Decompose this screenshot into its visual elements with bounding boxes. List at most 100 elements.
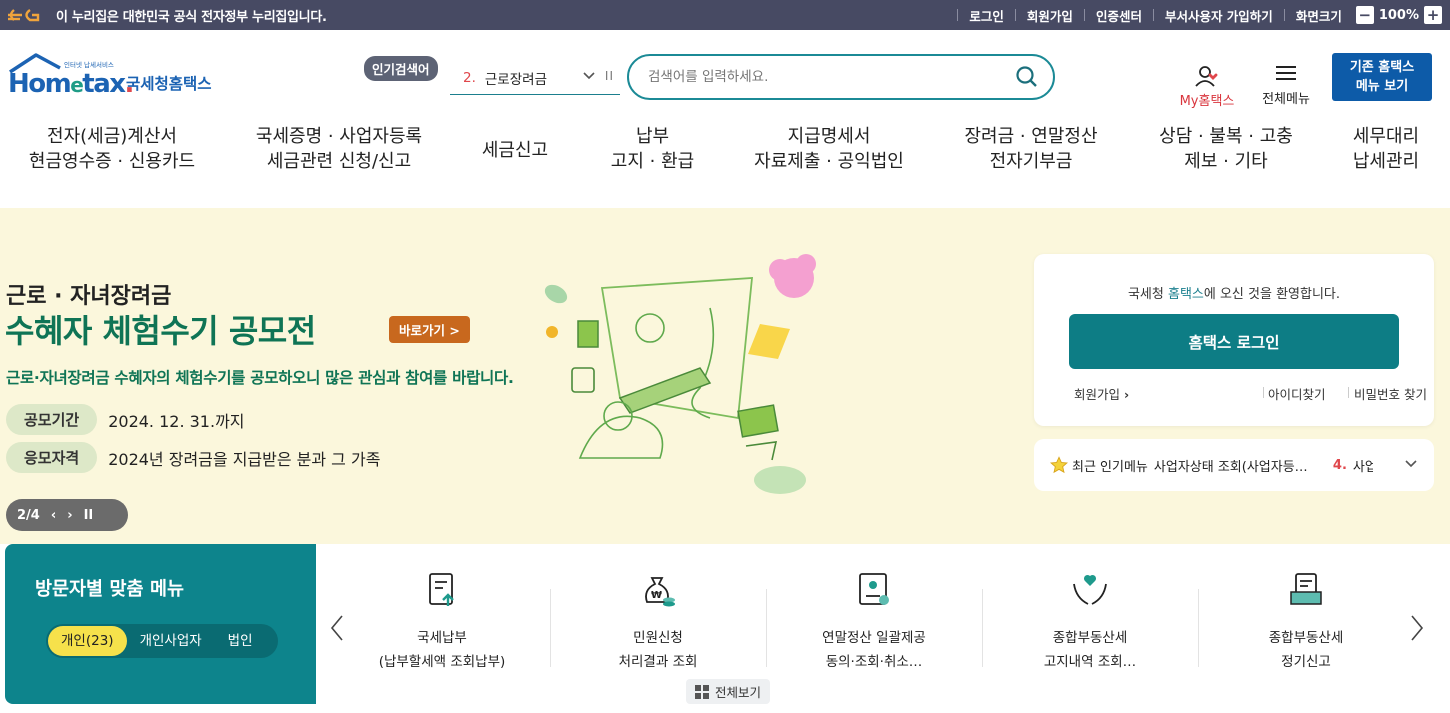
find-id-link[interactable]: 아이디찾기 [1268,384,1326,403]
my-hometax-label: My홈택스 [1179,94,1235,109]
hero-banner: 근로 · 자녀장려금 수혜자 체험수기 공모전 바로가기 > 근로·자녀장려금 … [0,208,1450,544]
view-all-button[interactable]: 전체보기 [686,679,771,704]
dept-user-signup-link[interactable]: 부서사용자 가입하기 [1165,6,1273,25]
hero-info-row: 공모기간 2024. 12. 31.까지 [6,404,245,435]
tab-corporation[interactable]: 법인 [215,626,266,656]
search-icon[interactable] [1015,65,1039,89]
divider [1348,387,1349,398]
tab-individual[interactable]: 개인(23) [48,626,127,656]
gnb-item-payment-statement[interactable]: 지급명세서 자료제출 · 공익법인 [748,124,910,174]
all-menu-label: 전체메뉴 [1262,92,1310,107]
user-heart-icon [1195,66,1218,87]
popular-keyword-rotator[interactable]: 2. 근로장려금 II [450,62,620,95]
main-navigation: 전자(세금)계산서 현금영수증 · 신용카드 국세증명 · 사업자등록세금관련 신… [0,124,1450,184]
divider [1283,9,1285,21]
recent-menu-item[interactable]: 사업 [1353,456,1373,475]
signup-link[interactable]: 회원가입 [1027,6,1073,25]
document-upload-icon [429,573,454,606]
hometax-logo[interactable]: 인터넷 납세서비스 Hometax. 국세청홈택스 [8,52,223,102]
gnb-line: 세금관련 신청/신고 [266,151,412,172]
quick-item-property-tax-report[interactable]: 종합부동산세 정기신고 [1198,570,1414,674]
popular-keywords-label: 인기검색어 [364,56,438,81]
certificate-icon [859,573,889,605]
period-tag: 공모기간 [6,404,98,435]
slide-pager: 2/4 ‹ › II [6,499,128,531]
hero-description: 근로·자녀장려금 수혜자의 체험수기를 공모하오니 많은 관심과 참여를 바랍니… [6,369,514,387]
gnb-line: 납세관리 [1352,151,1420,172]
recent-menu-item[interactable]: 사업자상태 조회(사업자등록상태) [1154,456,1319,475]
divider [957,9,959,21]
quick-item-line: 국세납부 [417,630,467,646]
quick-item-line: 처리결과 조회 [618,654,698,670]
zoom-in-button[interactable]: + [1424,6,1442,24]
divider [1152,9,1154,21]
recent-popular-menu[interactable]: 최근 인기메뉴 사업자상태 조회(사업자등록상태) 4. 사업 [1034,439,1434,491]
gnb-line: 세무대리 [1352,126,1420,147]
chevron-down-icon[interactable] [1404,456,1418,470]
hero-title: 수혜자 체험수기 공모전 [5,312,316,350]
divider [1083,9,1085,21]
join-link[interactable]: 회원가입 › [1074,384,1129,403]
view-all-label: 전체보기 [715,685,762,700]
search-input[interactable] [648,69,998,85]
gnb-line: 장려금 · 연말정산 [964,126,1098,147]
period-value: 2024. 12. 31.까지 [108,411,245,431]
all-menu-button[interactable]: 전체메뉴 [1256,66,1316,107]
gnb-line: 국세증명 · 사업자등록 [255,126,423,147]
hometax-login-button[interactable]: 홈택스 로그인 [1069,314,1399,369]
next-slide-icon[interactable]: › [67,508,72,523]
slide-counter: 2/4 [17,507,40,523]
gnb-line: 자료제출 · 공익법인 [754,151,904,172]
welcome-message: 국세청 홈택스에 오신 것을 환영합니다. [1034,283,1434,302]
gnb-item-payment[interactable]: 납부 고지 · 환급 [600,124,705,174]
pause-icon[interactable]: II [605,69,614,83]
grid-icon [695,684,709,699]
chevron-right-icon: › [1124,387,1130,402]
quick-item-tax-payment[interactable]: 국세납부 (납부할세액 조회납부) [334,570,550,674]
divider [1014,9,1016,21]
file-tray-icon [1290,573,1322,605]
cert-center-link[interactable]: 인증센터 [1096,6,1142,25]
keyword-text[interactable]: 근로장려금 [485,68,547,88]
gnb-line: 상담 · 불복 · 고충 [1159,126,1293,147]
login-link[interactable]: 로그인 [969,6,1004,25]
my-hometax-button[interactable]: My홈택스 [1172,64,1242,109]
tab-sole-proprietor[interactable]: 개인사업자 [127,626,215,656]
search-box [627,54,1055,100]
pause-slide-icon[interactable]: II [84,508,94,523]
gnb-item-invoice[interactable]: 전자(세금)계산서 현금영수증 · 신용카드 [27,124,197,174]
zoom-out-button[interactable]: − [1355,6,1374,24]
gnb-item-incentive[interactable]: 장려금 · 연말정산 전자기부금 [958,124,1104,174]
chevron-down-icon[interactable] [582,68,596,82]
find-password-link[interactable]: 비밀번호 찾기 [1354,384,1427,403]
quick-menu-carousel: 국세납부 (납부할세액 조회납부) ₩ 민원신청 처리결과 조회 연말정산 일괄… [316,544,1445,704]
recent-menu-rank: 4. [1332,457,1347,473]
welcome-post: 에 오신 것을 환영합니다. [1203,287,1341,302]
gnb-item-consulting[interactable]: 상담 · 불복 · 고충제보 · 기타 [1152,124,1300,174]
eligibility-value: 2024년 장려금을 지급받은 분과 그 가족 [108,449,381,469]
visitor-menu-panel: 방문자별 맞춤 메뉴 개인(23) 개인사업자 법인 [5,544,316,704]
prev-slide-icon[interactable]: ‹ [51,508,56,523]
gnb-item-tax-agent[interactable]: 세무대리납세관리 [1346,124,1426,174]
quick-item-year-end[interactable]: 연말정산 일괄제공 동의·조회·취소… [766,570,982,674]
quick-item-civil-request[interactable]: ₩ 민원신청 처리결과 조회 [550,570,766,674]
hero-go-button[interactable]: 바로가기 > [389,316,470,343]
money-bag-icon: ₩ [645,577,675,607]
hamburger-icon [1276,66,1296,80]
gnb-line: 제보 · 기타 [1184,151,1268,172]
keyword-rank: 2. [463,70,476,86]
gnb-line: 세금신고 [481,140,549,161]
gnb-item-tax-report[interactable]: 세금신고 [470,138,560,163]
quick-item-property-tax-notice[interactable]: 종합부동산세 고지내역 조회… [982,570,1198,674]
chevron-right-icon[interactable] [1408,614,1426,642]
quick-item-line: 동의·조회·취소… [825,654,923,670]
legacy-menu-button[interactable]: 기존 홈택스 메뉴 보기 [1332,53,1432,101]
logo-wordmark: Hometax. [8,69,133,99]
quick-item-line: 민원신청 [633,630,683,646]
quick-item-line: 연말정산 일괄제공 [822,630,926,646]
divider [1263,387,1264,398]
quick-item-line: 종합부동산세 [1052,630,1128,646]
zoom-level: 100% [1378,7,1419,23]
gnb-item-certificate[interactable]: 국세증명 · 사업자등록세금관련 신청/신고 [250,124,428,174]
heart-hands-icon [1073,574,1107,605]
